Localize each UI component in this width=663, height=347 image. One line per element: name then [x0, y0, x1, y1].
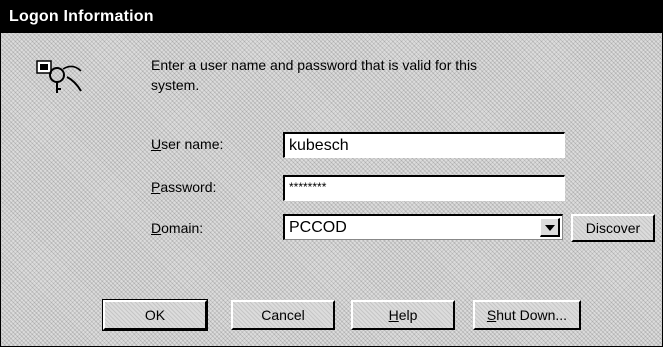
instruction-text: Enter a user name and password that is v…	[151, 57, 478, 93]
domain-value: PCCOD	[289, 219, 347, 236]
cancel-button[interactable]: Cancel	[231, 300, 335, 330]
help-button[interactable]: Help	[351, 300, 455, 330]
password-label: Password:	[151, 179, 216, 195]
domain-select[interactable]: PCCOD	[283, 214, 563, 240]
password-field[interactable]: ********	[283, 175, 565, 201]
title-bar[interactable]: Logon Information	[1, 1, 662, 33]
shutdown-button[interactable]: Shut Down...	[473, 300, 581, 330]
window-title: Logon Information	[9, 8, 154, 25]
domain-label: Domain:	[151, 220, 203, 236]
chevron-down-icon	[545, 225, 555, 231]
key-user-icon	[36, 60, 82, 93]
discover-button[interactable]: Discover	[571, 214, 655, 242]
password-label-text: Password:	[151, 179, 217, 195]
username-field[interactable]: kubesch	[283, 132, 565, 158]
username-label: User name:	[151, 136, 224, 152]
domain-dropdown-button[interactable]	[540, 218, 560, 237]
ok-button[interactable]: OK	[102, 299, 208, 331]
logon-dialog: Logon Information Enter a user name and …	[0, 0, 663, 347]
username-label-text: ser name:	[161, 136, 224, 152]
domain-label-text: Domain:	[151, 220, 204, 236]
